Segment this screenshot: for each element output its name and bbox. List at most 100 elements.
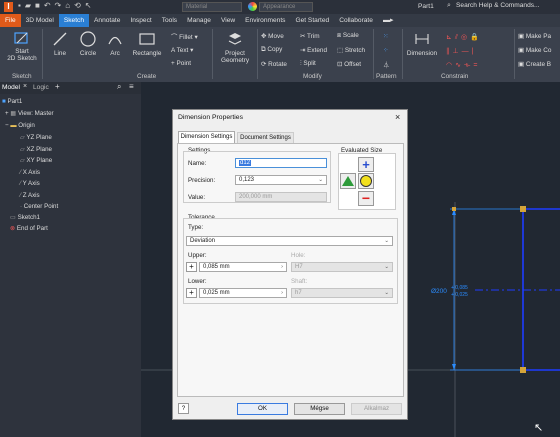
home-icon[interactable]: ⌂: [65, 1, 74, 10]
trim-button[interactable]: ✂ Trim: [300, 32, 320, 40]
scale-button[interactable]: ⧈ Scale: [337, 32, 359, 40]
group-label-constrain[interactable]: Constrain: [441, 73, 468, 80]
tree-item-sketch1[interactable]: ▭ Sketch1: [10, 214, 40, 221]
appearance-dropdown[interactable]: Appearance: [259, 2, 313, 12]
offset-label: Offset: [344, 61, 362, 68]
triangle-icon: [342, 176, 354, 186]
extend-button[interactable]: ⇥ Extend: [300, 46, 327, 54]
tree-item-part1[interactable]: ■ Part1: [2, 98, 22, 105]
equal-icon[interactable]: =: [473, 62, 480, 69]
close-model-tab-icon[interactable]: ×: [23, 83, 27, 90]
help-button[interactable]: ?: [178, 403, 189, 414]
project-geometry-button[interactable]: Project Geometry: [216, 30, 254, 64]
dimension-label[interactable]: Ø200: [431, 288, 447, 295]
open-icon[interactable]: ▰: [25, 1, 35, 10]
tree-item-x-axis[interactable]: ⁄ X Axis: [20, 169, 40, 176]
browser-menu-icon[interactable]: ≡: [129, 82, 134, 91]
tree-item-z-axis[interactable]: ⁄ Z Axis: [20, 192, 40, 199]
name-field[interactable]: d12: [235, 158, 327, 168]
fix-icon[interactable]: 🔒: [470, 34, 482, 41]
tab-logic[interactable]: Logic: [33, 84, 49, 91]
tab-3d-model[interactable]: 3D Model: [21, 14, 59, 27]
tree-item-center-point[interactable]: · Center Point: [20, 203, 58, 210]
line-button[interactable]: Line: [47, 30, 73, 57]
tab-environments[interactable]: Environments: [240, 14, 290, 27]
coincident-icon[interactable]: ⊾: [446, 34, 455, 41]
arc-button[interactable]: Arc: [103, 30, 127, 57]
tree-item-y-axis[interactable]: ⁄ Y Axis: [20, 180, 40, 187]
lower-tolerance-field[interactable]: 0,025 mm ›: [199, 288, 287, 298]
upper-sign-button[interactable]: +: [186, 262, 197, 272]
dimension-button[interactable]: Dimension: [404, 30, 440, 57]
save-icon[interactable]: ■: [35, 1, 44, 10]
lower-sign-button[interactable]: +: [186, 288, 197, 298]
stretch-button[interactable]: ⬚ Stretch: [337, 46, 365, 54]
search-input[interactable]: Search Help & Commands...: [456, 2, 560, 12]
tree-item-xz-plane[interactable]: ▱ XZ Plane: [20, 146, 52, 153]
select-icon[interactable]: ↖: [85, 1, 96, 10]
undo-icon[interactable]: ↶: [44, 1, 55, 10]
rectangle-button[interactable]: Rectangle: [129, 30, 165, 57]
tab-model[interactable]: Model: [2, 84, 20, 91]
lower-size-button[interactable]: −: [358, 191, 374, 206]
ok-button[interactable]: OK: [237, 403, 288, 415]
nominal-size-button[interactable]: [340, 173, 356, 189]
chevron-right-icon[interactable]: ›: [281, 289, 283, 297]
tab-collaborate[interactable]: Collaborate: [334, 14, 378, 27]
tab-manage[interactable]: Manage: [182, 14, 216, 27]
circular-pattern-icon[interactable]: ⁘: [383, 46, 388, 54]
tab-document-settings[interactable]: Document Settings: [237, 132, 294, 143]
horizontal-icon[interactable]: —: [462, 48, 472, 55]
tree-item-view-master[interactable]: + ▦ View: Master: [5, 110, 54, 117]
tab-get-started[interactable]: Get Started: [290, 14, 334, 27]
tree-item-xy-plane[interactable]: ▱ XY Plane: [20, 157, 52, 164]
tree-item-yz-plane[interactable]: ▱ YZ Plane: [20, 134, 52, 141]
tangent-icon[interactable]: ◠: [446, 62, 455, 69]
point-button[interactable]: + Point: [171, 60, 191, 67]
new-icon[interactable]: ▪: [18, 1, 25, 10]
rectangular-pattern-icon[interactable]: ⁙: [383, 32, 388, 40]
tab-tools[interactable]: Tools: [157, 14, 182, 27]
perpendicular-icon[interactable]: ⊥: [453, 48, 462, 55]
tab-dimension-settings[interactable]: Dimension Settings: [178, 131, 235, 143]
tab-view[interactable]: View: [216, 14, 240, 27]
smooth-icon[interactable]: ∿: [455, 62, 464, 69]
more-tabs-icon[interactable]: ▬▸: [378, 14, 399, 27]
cancel-button[interactable]: Mégse: [294, 403, 345, 415]
rotate-button[interactable]: ⟳ Rotate: [261, 60, 287, 68]
fillet-button[interactable]: ⌒ Fillet ▾: [171, 32, 198, 41]
upper-tolerance-field[interactable]: 0,085 mm ›: [199, 262, 287, 272]
tab-inspect[interactable]: Inspect: [125, 14, 156, 27]
tolerance-type-dropdown[interactable]: Deviation ⌄: [186, 236, 393, 246]
close-icon[interactable]: ×: [395, 112, 400, 122]
chevron-right-icon[interactable]: ›: [281, 263, 283, 271]
tree-item-origin[interactable]: − ▬ Origin: [5, 122, 35, 129]
copy-button[interactable]: ⧉ Copy: [261, 46, 282, 54]
upper-size-button[interactable]: +: [358, 157, 374, 172]
search-browser-icon[interactable]: ⌕: [117, 82, 121, 92]
mirror-icon[interactable]: ⏃: [383, 60, 389, 69]
vertical-icon[interactable]: |: [472, 48, 477, 55]
start-sketch-button[interactable]: Start 2D Sketch: [6, 30, 38, 62]
create-block-button[interactable]: ▣ Create B: [518, 60, 551, 68]
move-button[interactable]: ✥ Move: [261, 32, 284, 40]
circle-button[interactable]: Circle: [75, 30, 101, 57]
make-part-button[interactable]: ▣ Make Pa: [518, 32, 551, 40]
update-icon[interactable]: ⟲: [74, 1, 85, 10]
tab-file[interactable]: File: [0, 14, 21, 27]
symmetric-icon[interactable]: ⟛: [464, 62, 473, 69]
group-label-create[interactable]: Create: [137, 73, 156, 80]
precision-dropdown[interactable]: 0,123 ⌄: [235, 175, 327, 185]
offset-button[interactable]: ⊡ Offset: [337, 60, 361, 68]
add-tab-icon[interactable]: +: [55, 82, 60, 91]
app-logo-icon[interactable]: I: [4, 2, 13, 12]
material-dropdown[interactable]: Material: [182, 2, 242, 12]
concentric-icon[interactable]: ◎: [461, 34, 470, 41]
tab-sketch[interactable]: Sketch: [58, 14, 90, 27]
make-components-button[interactable]: ▣ Make Co: [518, 46, 551, 54]
text-button[interactable]: A Text ▾: [171, 46, 193, 54]
split-button[interactable]: ⫶ Split: [300, 60, 316, 68]
tab-annotate[interactable]: Annotate: [89, 14, 125, 27]
tree-item-end-of-part[interactable]: ⊗ End of Part: [10, 225, 48, 232]
redo-icon[interactable]: ↷: [55, 1, 66, 10]
